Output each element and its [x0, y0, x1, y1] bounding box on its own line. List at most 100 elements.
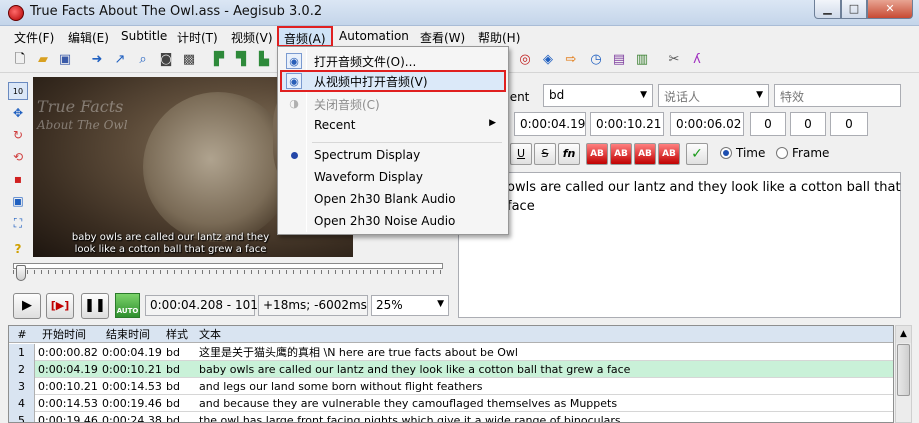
open-noise-audio-item[interactable]: Open 2h30 Noise Audio: [280, 211, 506, 233]
scrollbar-thumb[interactable]: [897, 344, 910, 396]
attachments-icon[interactable]: ▙: [256, 52, 272, 68]
menu-video[interactable]: 视频(V): [231, 29, 273, 46]
shift-times-icon[interactable]: ⇨: [563, 52, 579, 68]
subtitle-offset: +18ms; -6002ms: [258, 295, 368, 316]
help-icon[interactable]: ?: [8, 240, 28, 258]
video-time-frame[interactable]: 0:00:04.208 - 101: [145, 295, 258, 316]
table-row-selected[interactable]: 2 0:00:04.19 0:00:10.21 bd baby owls are…: [9, 361, 893, 378]
subtitle-text-editor[interactable]: owls are called our lantz and they look …: [458, 172, 901, 318]
col-header-text: 文本: [199, 328, 221, 341]
spectrum-display-item[interactable]: Spectrum Display: [280, 145, 506, 167]
pause-button[interactable]: ❚❚: [81, 293, 109, 319]
properties-icon[interactable]: ▜: [233, 52, 249, 68]
vector-clip-icon[interactable]: ⛶: [8, 214, 28, 232]
outline-color-button[interactable]: AB: [634, 143, 656, 165]
submenu-arrow-icon: ▶: [489, 118, 496, 128]
minimize-button[interactable]: ▁: [814, 0, 841, 19]
margin-right-field[interactable]: 0: [790, 112, 826, 136]
drag-tool-icon[interactable]: ✥: [8, 104, 28, 122]
col-header-style: 样式: [166, 328, 188, 341]
snapshot-icon[interactable]: ▩: [181, 52, 197, 68]
arrow-right-icon[interactable]: ➜: [89, 52, 105, 68]
grid-scrollbar[interactable]: ▲: [895, 325, 912, 423]
table-row[interactable]: 1 0:00:00.82 0:00:04.19 bd 这里是关于猫头鹰的真相 \…: [9, 344, 893, 361]
actor-field[interactable]: 说话人 ▼: [658, 84, 769, 107]
margin-vertical-field[interactable]: 0: [830, 112, 868, 136]
scroll-up-icon[interactable]: ▲: [896, 326, 911, 343]
video-watermark: True Facts About The Owl: [37, 97, 128, 132]
primary-color-button[interactable]: AB: [586, 143, 608, 165]
play-line-button[interactable]: [▶]: [46, 293, 74, 319]
secondary-color-button[interactable]: AB: [610, 143, 632, 165]
chevron-down-icon: ▼: [756, 90, 763, 100]
shadow-color-button[interactable]: AB: [658, 143, 680, 165]
aegisub-app-icon: [8, 5, 24, 21]
open-audio-file-item[interactable]: ◉ 打开音频文件(O)...: [280, 50, 506, 72]
new-file-icon[interactable]: 🗋: [12, 52, 28, 68]
rotate-z-icon[interactable]: ↻: [8, 126, 28, 144]
window-title: True Facts About The Owl.ass - Aegisub 3…: [30, 4, 323, 19]
audio-icon: ◉: [286, 53, 302, 69]
style-dropdown[interactable]: bd ▼: [543, 84, 653, 107]
time-radio-label: Time: [736, 146, 766, 160]
zoom-icon[interactable]: ⌕: [135, 52, 151, 68]
kanji-timer-icon[interactable]: ▤: [611, 52, 627, 68]
zoom-dropdown[interactable]: 25% ▼: [371, 295, 449, 316]
owl-image: [143, 92, 293, 242]
jump-icon[interactable]: ↗: [112, 52, 128, 68]
frame-radio[interactable]: [776, 147, 788, 159]
rotate-xy-icon[interactable]: ⟲: [8, 148, 28, 166]
seek-thumb[interactable]: [16, 265, 26, 281]
menu-view[interactable]: 查看(W): [420, 29, 465, 46]
replace-icon[interactable]: ◈: [540, 52, 556, 68]
menu-timing[interactable]: 计时(T): [177, 29, 218, 46]
camera-icon[interactable]: ◙: [158, 52, 174, 68]
time-radio[interactable]: [720, 147, 732, 159]
table-row[interactable]: 3 0:00:10.21 0:00:14.53 bd and legs our …: [9, 378, 893, 395]
close-audio-item[interactable]: ◑ 关闭音频(C): [280, 93, 506, 115]
open-folder-icon[interactable]: ▰: [35, 52, 51, 68]
recent-audio-item[interactable]: Recent ▶: [280, 115, 506, 137]
duration-field[interactable]: 0:00:06.02: [670, 112, 744, 136]
subtitle-grid[interactable]: # 开始时间 结束时间 样式 文本 1 0:00:00.82 0:00:04.1…: [8, 325, 894, 423]
auto-scroll-toggle[interactable]: AUTO: [115, 293, 140, 318]
menu-audio[interactable]: 音频(A): [277, 26, 333, 47]
menu-automation[interactable]: Automation: [339, 29, 409, 43]
font-button[interactable]: fn: [558, 143, 580, 165]
maximize-button[interactable]: □: [841, 0, 867, 19]
radio-bullet-icon: [291, 152, 298, 159]
video-subtitle: baby owls are called our lantz and they …: [71, 232, 270, 255]
menu-help[interactable]: 帮助(H): [478, 29, 520, 46]
menu-file[interactable]: 文件(F): [14, 29, 54, 46]
menu-subtitle[interactable]: Subtitle: [121, 29, 167, 43]
open-audio-from-video-item[interactable]: ◉ 从视频中打开音频(V): [280, 70, 506, 92]
col-header-start: 开始时间: [42, 328, 86, 341]
resample-icon[interactable]: ▥: [634, 52, 650, 68]
tools-icon[interactable]: ✂: [666, 52, 682, 68]
table-row[interactable]: 4 0:00:14.53 0:00:19.46 bd and because t…: [9, 395, 893, 412]
save-icon[interactable]: ▣: [57, 52, 73, 68]
strikeout-button[interactable]: S: [534, 143, 556, 165]
video-seek-slider[interactable]: [13, 260, 443, 281]
find-icon[interactable]: ◎: [517, 52, 533, 68]
style-manager-icon[interactable]: ▛: [211, 52, 227, 68]
timer-icon[interactable]: ◷: [588, 52, 604, 68]
start-time-field[interactable]: 0:00:04.19: [514, 112, 586, 136]
commit-button[interactable]: ✓: [686, 143, 708, 165]
effect-field[interactable]: 特效: [774, 84, 901, 107]
col-header-num: #: [17, 328, 27, 341]
play-button[interactable]: ▶: [13, 293, 41, 319]
open-blank-audio-item[interactable]: Open 2h30 Blank Audio: [280, 189, 506, 211]
margin-left-field[interactable]: 0: [750, 112, 786, 136]
automation-icon[interactable]: ʎ: [689, 52, 705, 68]
end-time-field[interactable]: 0:00:10.21: [590, 112, 664, 136]
clip-tool-icon[interactable]: ▣: [8, 192, 28, 210]
close-button[interactable]: ✕: [867, 0, 913, 19]
frame-radio-label: Frame: [792, 146, 830, 160]
scale-tool-icon[interactable]: ▪: [8, 170, 28, 188]
waveform-display-item[interactable]: Waveform Display: [280, 167, 506, 189]
menu-edit[interactable]: 编辑(E): [68, 29, 109, 46]
table-row[interactable]: 5 0:00:19.46 0:00:24.38 bd the owl has l…: [9, 412, 893, 422]
underline-button[interactable]: U: [510, 143, 532, 165]
standard-tool-icon[interactable]: 10: [8, 82, 28, 100]
